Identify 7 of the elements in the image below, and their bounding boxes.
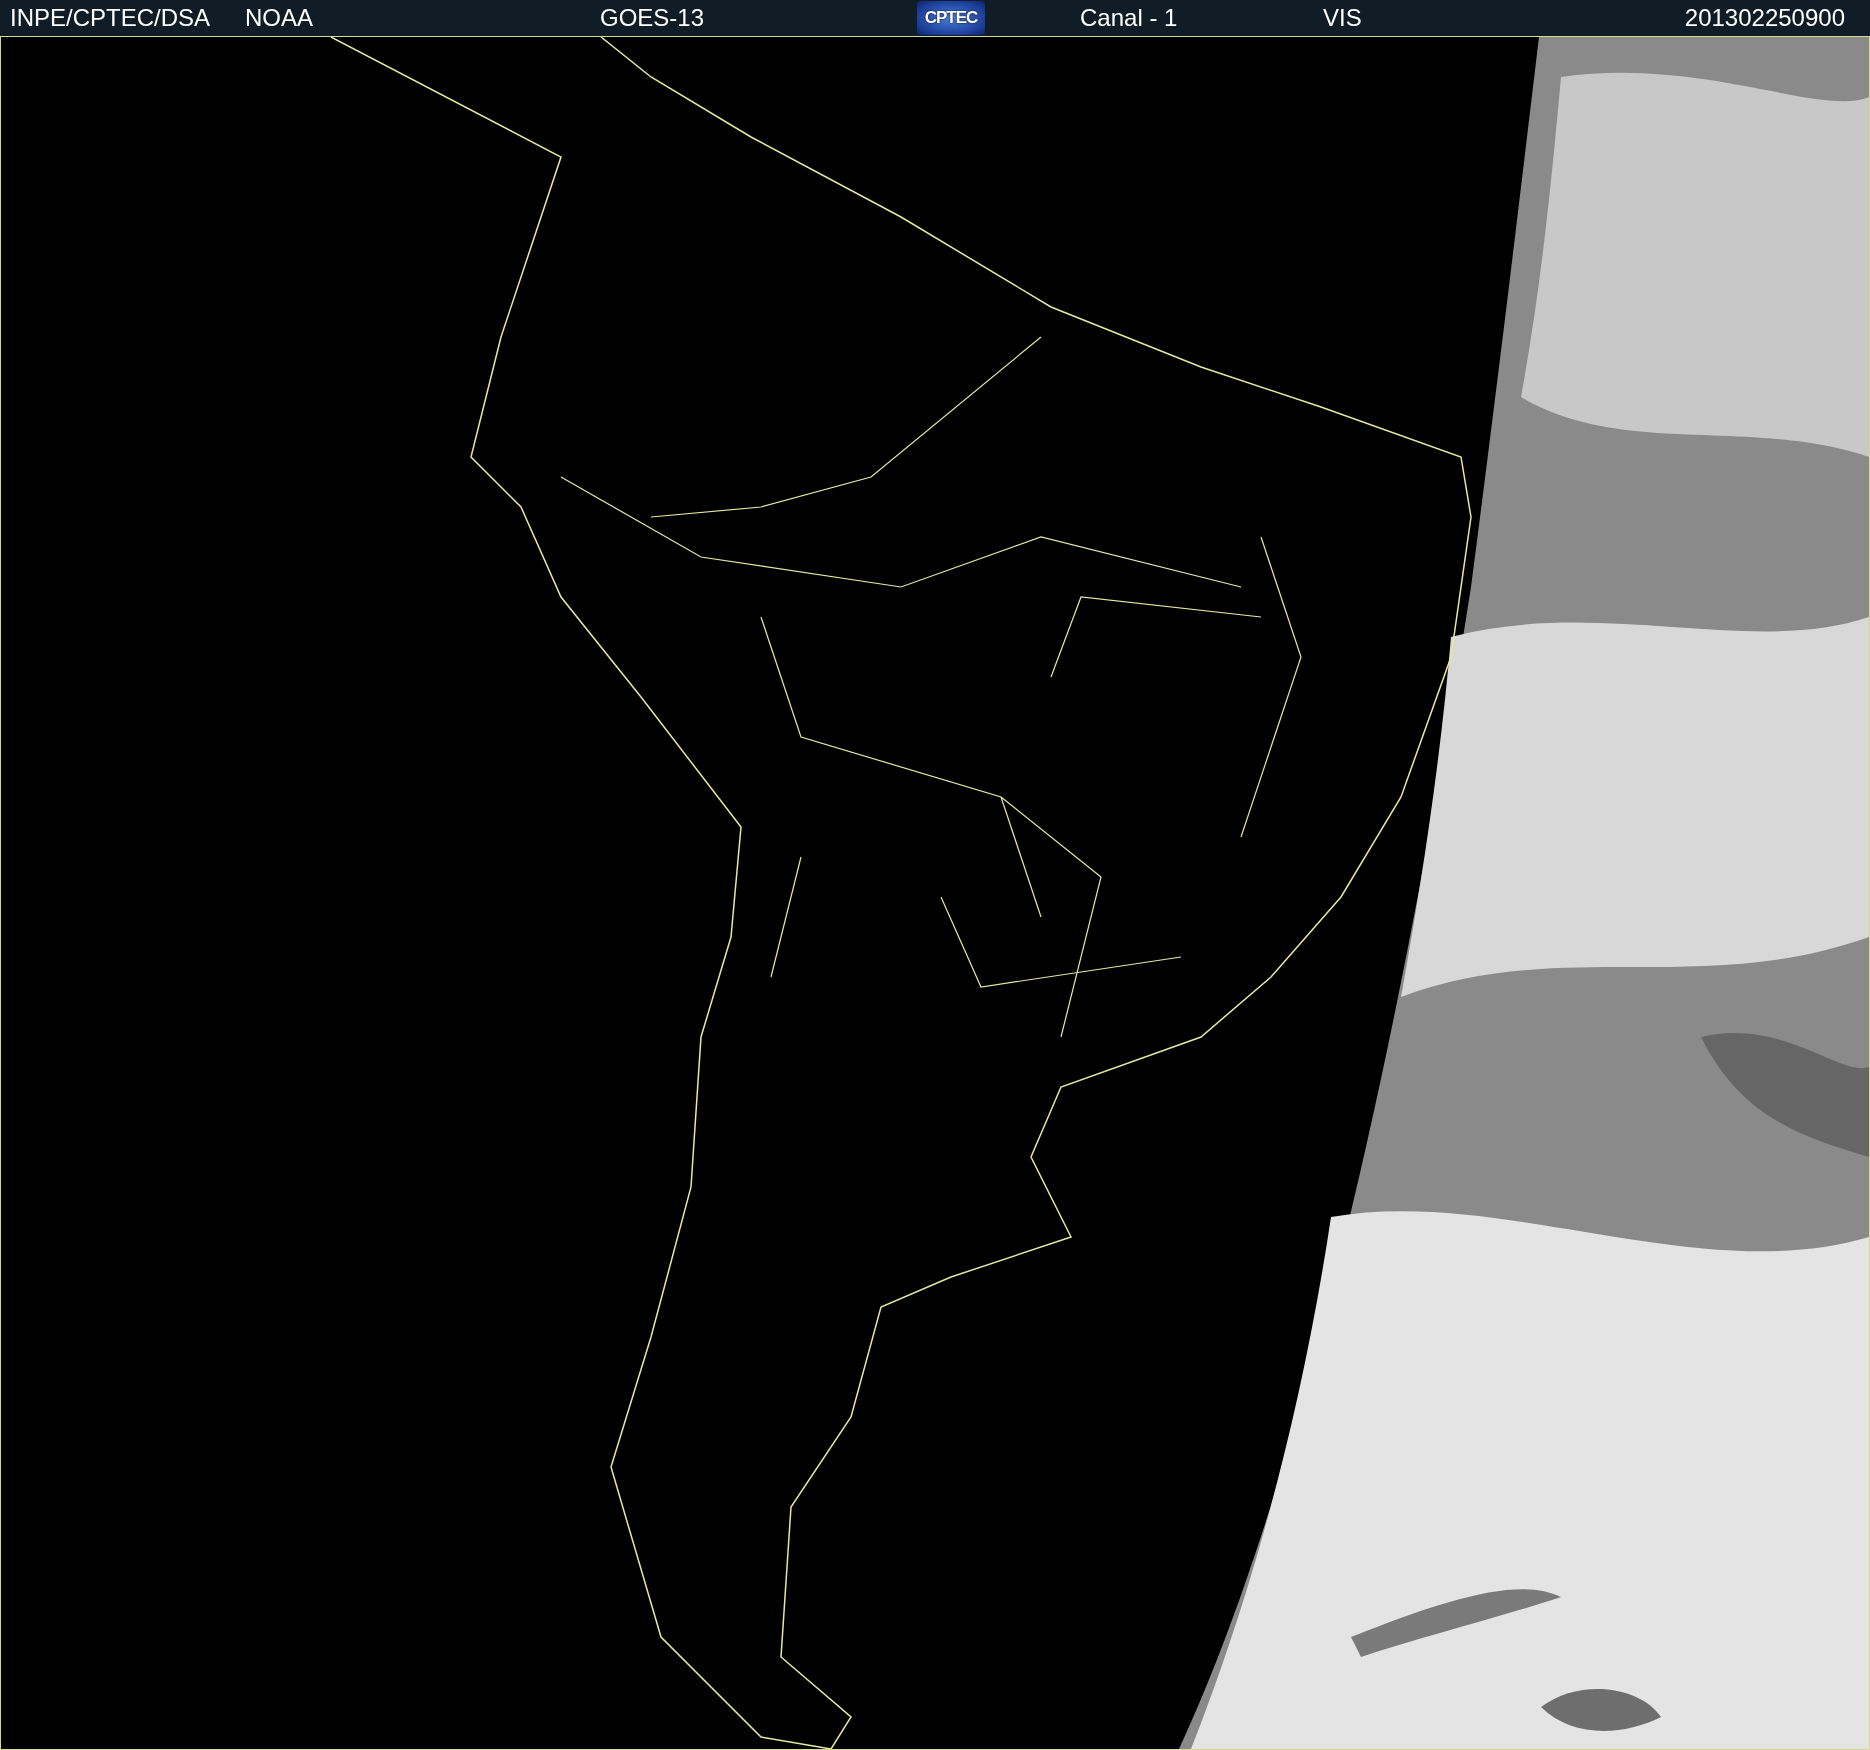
logo: CPTEC	[917, 1, 985, 35]
header-label: INPE/CPTEC/DSA	[10, 4, 211, 32]
header-label: 201302250900	[1684, 4, 1845, 32]
header-label: NOAA	[245, 4, 313, 32]
header-label: Canal - 1	[1080, 4, 1178, 32]
header-label: VIS	[1323, 4, 1362, 32]
header-label: GOES-13	[600, 4, 705, 32]
